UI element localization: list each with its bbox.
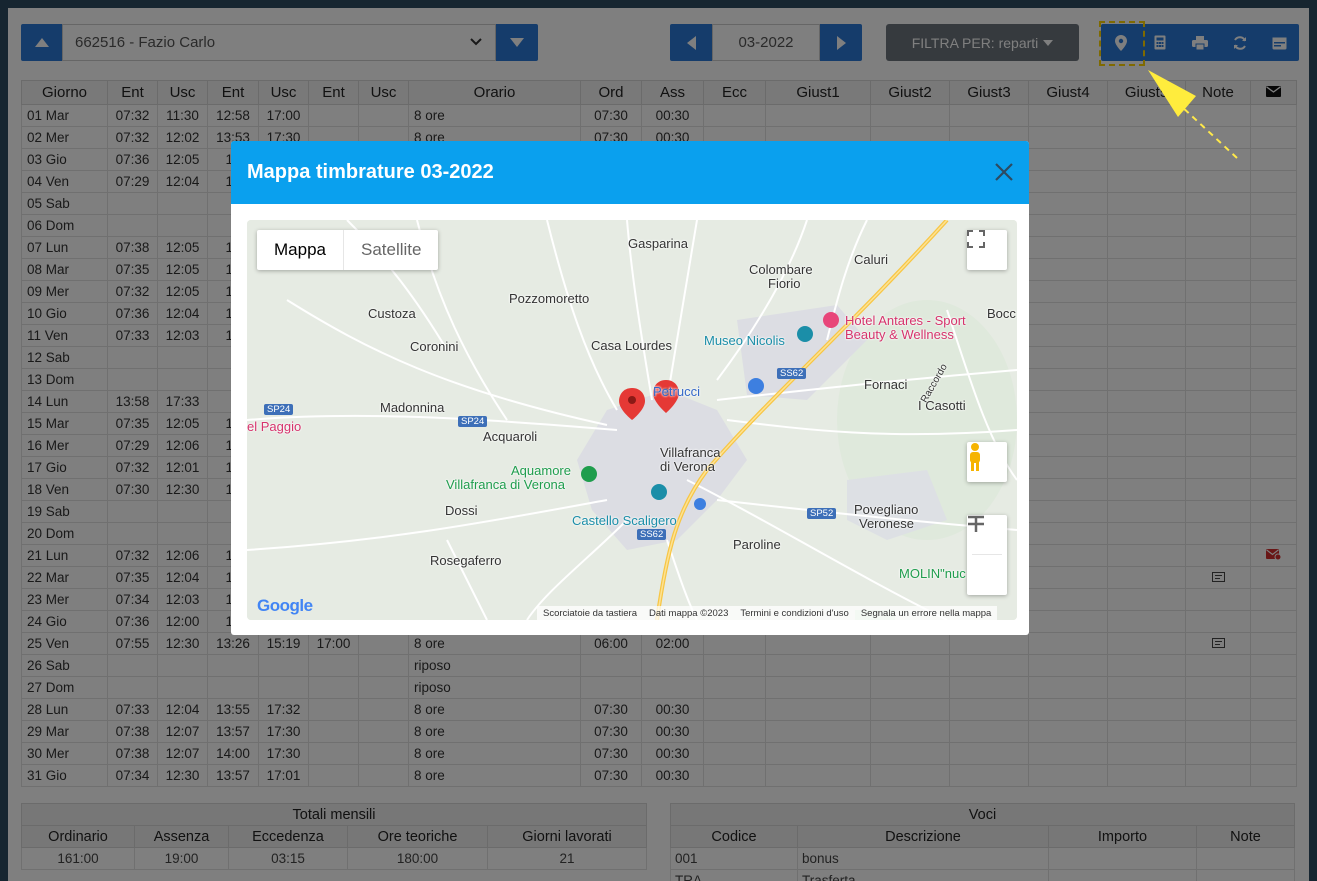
place-label: Petrucci — [653, 384, 700, 399]
modal-title: Mappa timbrature 03-2022 — [247, 161, 494, 183]
place-label: Aquamore — [511, 463, 571, 478]
place-label: Paroline — [733, 537, 781, 552]
map-type-satellite[interactable]: Satellite — [344, 230, 438, 270]
place-label: Bocc — [987, 306, 1016, 321]
place-label: Dossi — [445, 503, 478, 518]
terms-link[interactable]: Termini e condizioni d'uso — [740, 608, 848, 619]
place-label: Museo Nicolis — [704, 333, 785, 348]
place-label: Caluri — [854, 252, 888, 267]
place-label: Povegliano — [854, 502, 919, 517]
place-label: Castello Scaligero — [572, 513, 677, 528]
fullscreen-icon — [967, 230, 985, 248]
street-view-button[interactable] — [967, 442, 1007, 482]
map-roads — [247, 220, 1017, 620]
fullscreen-button[interactable] — [967, 230, 1007, 270]
place-label: Villafranca — [660, 445, 721, 460]
map-type-mappa[interactable]: Mappa — [257, 230, 344, 270]
keyboard-shortcuts-link[interactable]: Scorciatoie da tastiera — [543, 608, 637, 619]
place-label: Acquaroli — [483, 429, 538, 444]
place-label: Rosegaferro — [430, 553, 502, 568]
modal-close-button[interactable] — [991, 159, 1017, 185]
place-label: Villafranca di Verona — [446, 477, 566, 492]
road-shield-label: SS62 — [637, 529, 667, 540]
place-label: Colombare — [749, 262, 813, 277]
road-shield-label: SP24 — [264, 404, 294, 415]
road-shield-label: SP52 — [807, 508, 837, 519]
map-type-control: Mappa Satellite — [257, 230, 439, 270]
place-label: el Paggio — [247, 419, 302, 434]
place-label: MOLIN"nuc — [899, 566, 966, 581]
zoom-control — [967, 515, 1007, 595]
place-label: Casa Lourdes — [591, 338, 672, 353]
google-logo: Google — [257, 596, 313, 616]
report-error-link[interactable]: Segnala un errore nella mappa — [861, 608, 991, 619]
place-label: Veronese — [859, 516, 914, 531]
google-logo-text: Google — [257, 596, 313, 615]
zoom-in-button[interactable] — [968, 515, 1002, 555]
place-label: Hotel Antares - Sport — [845, 313, 966, 328]
pegman-icon — [970, 443, 980, 471]
road-shield-label: SP24 — [458, 416, 488, 427]
map-canvas[interactable]: Mappa Satellite Google Scorciatoie da ta… — [247, 220, 1017, 620]
place-label: Coronini — [410, 339, 459, 354]
place-label: Beauty & Wellness — [845, 327, 954, 342]
place-label: Madonnina — [380, 400, 445, 415]
place-label: Custoza — [368, 306, 416, 321]
close-icon — [995, 163, 1013, 181]
place-label: di Verona — [660, 459, 715, 474]
minus-icon — [968, 515, 984, 519]
map-data-credit: Dati mappa ©2023 — [649, 607, 729, 619]
road-shield-label: SS62 — [777, 368, 807, 379]
map-footer: Scorciatoie da tastiera Dati mappa ©2023… — [537, 606, 998, 620]
modal-header: Mappa timbrature 03-2022 — [231, 141, 1029, 204]
place-label: Pozzomoretto — [509, 291, 590, 306]
place-label: Gasparina — [628, 236, 688, 251]
place-label: Fornaci — [864, 377, 908, 392]
map-modal: Mappa timbrature 03-2022 Mappa Satellite… — [231, 141, 1029, 635]
place-label: Fiorio — [768, 276, 801, 291]
